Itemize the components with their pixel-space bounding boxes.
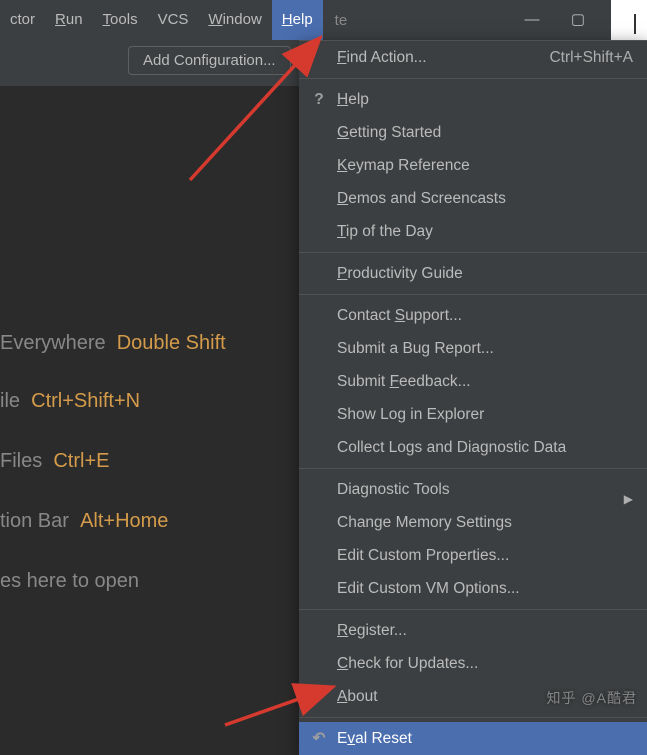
tip-search-everywhere: Everywhere Double Shift xyxy=(0,332,226,355)
menu-check-for-updates[interactable]: Check for Updates... xyxy=(299,647,647,680)
top-right-strip xyxy=(611,0,647,40)
menu-separator xyxy=(299,78,647,79)
menu-tip-of-the-day[interactable]: Tip of the Day xyxy=(299,215,647,248)
tip-navigation-bar: tion Bar Alt+Home xyxy=(0,510,168,533)
add-configuration-button[interactable]: Add Configuration... xyxy=(128,46,291,75)
menu-separator xyxy=(299,717,647,718)
menu-item-refactor-cut[interactable]: ctor xyxy=(0,0,45,40)
menu-separator xyxy=(299,294,647,295)
tip-go-to-file: ile Ctrl+Shift+N xyxy=(0,390,140,413)
menu-item-tools[interactable]: Tools xyxy=(93,0,148,40)
menu-contact-support[interactable]: Contact Support... xyxy=(299,299,647,332)
menu-change-memory-settings[interactable]: Change Memory Settings xyxy=(299,506,647,539)
menu-show-log[interactable]: Show Log in Explorer xyxy=(299,398,647,431)
window-minimize-button[interactable]: — xyxy=(509,0,555,40)
menu-demos-screencasts[interactable]: Demos and Screencasts xyxy=(299,182,647,215)
help-dropdown-menu: Find Action...Ctrl+Shift+A ?Help Getting… xyxy=(299,40,647,755)
menu-separator xyxy=(299,252,647,253)
menu-separator xyxy=(299,609,647,610)
menu-productivity-guide[interactable]: Productivity Guide xyxy=(299,257,647,290)
menu-item-window[interactable]: Window xyxy=(198,0,271,40)
menu-help[interactable]: ?Help xyxy=(299,83,647,116)
undo-icon: ↶ xyxy=(309,722,329,755)
menu-item-vcs[interactable]: VCS xyxy=(148,0,199,40)
menubar: ctor Run Tools VCS Window Help te — ▢ ✕ xyxy=(0,0,647,40)
question-icon: ? xyxy=(309,83,329,116)
project-name: te xyxy=(323,12,360,29)
menu-separator xyxy=(299,468,647,469)
menu-edit-custom-properties[interactable]: Edit Custom Properties... xyxy=(299,539,647,572)
menu-eval-reset[interactable]: ↶Eval Reset xyxy=(299,722,647,755)
menu-find-action[interactable]: Find Action...Ctrl+Shift+A xyxy=(299,41,647,74)
menu-getting-started[interactable]: Getting Started xyxy=(299,116,647,149)
menu-submit-bug-report[interactable]: Submit a Bug Report... xyxy=(299,332,647,365)
menu-diagnostic-tools[interactable]: Diagnostic Tools▶ xyxy=(299,473,647,506)
menu-register[interactable]: Register... xyxy=(299,614,647,647)
tip-recent-files: Files Ctrl+E xyxy=(0,450,109,473)
window-maximize-button[interactable]: ▢ xyxy=(555,0,601,40)
menu-item-help[interactable]: Help xyxy=(272,0,323,40)
menu-edit-custom-vm-options[interactable]: Edit Custom VM Options... xyxy=(299,572,647,605)
watermark: 知乎 @A酷君 xyxy=(547,688,637,708)
menu-collect-logs[interactable]: Collect Logs and Diagnostic Data xyxy=(299,431,647,464)
text-cursor xyxy=(634,14,636,34)
menu-submit-feedback[interactable]: Submit Feedback... xyxy=(299,365,647,398)
menu-item-run[interactable]: Run xyxy=(45,0,93,40)
tip-drop-files: es here to open xyxy=(0,570,139,593)
menu-keymap-reference[interactable]: Keymap Reference xyxy=(299,149,647,182)
